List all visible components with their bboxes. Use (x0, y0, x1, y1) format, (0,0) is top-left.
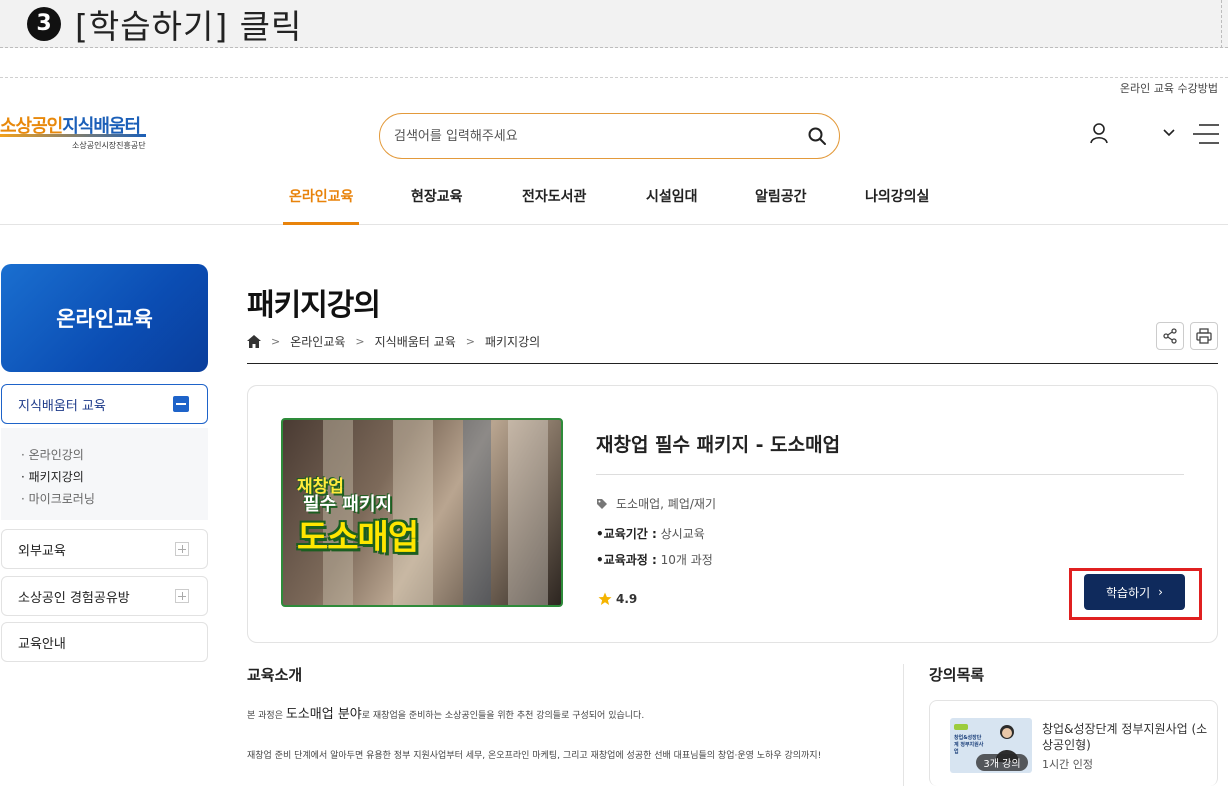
print-button[interactable] (1190, 322, 1218, 350)
intro-paragraph-1: 본 과정은 도소매업 분야로 재창업을 준비하는 소상공인들을 위한 추천 강의… (247, 703, 867, 722)
banner-divider (1221, 0, 1222, 48)
expand-icon[interactable] (175, 542, 189, 556)
sidebar-group-knowledge[interactable]: 지식배움터 교육 (1, 384, 208, 424)
collapse-icon[interactable] (173, 396, 189, 412)
lecture-title: 창업&성장단계 정부지원사업 (소상공인형) (1042, 722, 1208, 752)
course-tags: 도소매업, 폐업/재기 (596, 495, 716, 512)
section-divider (903, 664, 904, 786)
title-divider (247, 363, 1218, 364)
star-icon (598, 592, 612, 605)
lecture-list-title: 강의목록 (929, 666, 985, 684)
search-bar (379, 113, 840, 159)
step-number: 3 (27, 6, 61, 41)
lecture-thumb-badge (954, 724, 968, 730)
sidebar-title: 온라인교육 (1, 264, 208, 372)
sidebar-sub-micro-learning[interactable]: · 마이크로러닝 (21, 490, 208, 512)
course-divider (596, 474, 1184, 475)
gnb-active-indicator (283, 222, 359, 225)
sidebar-item-label: 교육안내 (18, 636, 66, 652)
course-count-label: •교육과정 : (596, 553, 657, 567)
period-value: 상시교육 (656, 527, 705, 541)
course-thumbnail[interactable]: 재창업 필수 패키지 도소매업 (281, 418, 563, 607)
course-count: •교육과정 : 10개 과정 (596, 551, 713, 568)
chevron-down-icon[interactable] (1162, 126, 1176, 140)
breadcrumb-item[interactable]: 지식배움터 교육 (375, 333, 456, 350)
sidebar-group-label: 지식배움터 교육 (18, 398, 106, 414)
gnb-item-online-education[interactable]: 온라인교육 (289, 186, 353, 206)
search-icon[interactable] (807, 126, 827, 146)
thumb-decoration (508, 420, 548, 605)
lecture-count-badge: 3개 강의 (976, 754, 1028, 771)
intro-paragraph-2: 재창업 준비 단계에서 알아두면 유용한 정부 지원사업부터 세무, 온오프라인… (247, 751, 822, 761)
intro-p1-emphasis: 도소매업 분야 (285, 707, 362, 722)
breadcrumb-separator: > (465, 335, 475, 348)
share-icon (1163, 328, 1177, 344)
tags-text: 도소매업, 폐업/재기 (616, 497, 716, 511)
instruction-text: [학습하기] 클릭 (75, 6, 303, 46)
instruction-banner: 3 [학습하기] 클릭 (0, 0, 1228, 48)
share-button[interactable] (1156, 322, 1184, 350)
sidebar-sub-online-lecture[interactable]: · 온라인강의 (21, 446, 208, 468)
package-card: 재창업 필수 패키지 도소매업 재창업 필수 패키지 - 도소매업 도소매업, … (247, 385, 1218, 643)
intro-title: 교육소개 (247, 666, 303, 684)
sidebar-item-experience-share[interactable]: 소상공인 경험공유방 (1, 576, 208, 616)
logo-underline (0, 134, 146, 137)
gnb-item-notice[interactable]: 알림공간 (755, 186, 807, 206)
lecture-thumb-label: 창업&성장단계 정부지원사업 (954, 735, 984, 755)
lecture-credit: 1시간 인정 (1042, 758, 1093, 771)
sidebar-item-education-guide[interactable]: 교육안내 (1, 622, 208, 662)
tag-icon (597, 498, 607, 509)
gnb-item-e-library[interactable]: 전자도서관 (522, 186, 586, 206)
page-title: 패키지강의 (247, 288, 381, 323)
breadcrumb: > 온라인교육 > 지식배움터 교육 > 패키지강의 (247, 333, 540, 350)
breadcrumb-separator: > (355, 335, 365, 348)
rating-value: 4.9 (616, 592, 638, 606)
thumb-text-line3: 도소매업 (297, 518, 419, 558)
highlight-box (1069, 568, 1202, 620)
hamburger-menu-icon[interactable] (1193, 123, 1219, 145)
sidebar-item-label: 소상공인 경험공유방 (18, 590, 130, 606)
main-navigation: 온라인교육 현장교육 전자도서관 시설임대 알림공간 나의강의실 (0, 176, 1228, 225)
lecture-list-item[interactable]: 창업&성장단계 정부지원사업 3개 강의 창업&성장단계 정부지원사업 (소상공… (929, 700, 1218, 786)
gnb-item-my-classroom[interactable]: 나의강의실 (865, 186, 929, 206)
breadcrumb-item[interactable]: 온라인교육 (290, 333, 345, 350)
intro-p1-end: 로 재창업을 준비하는 소상공인들을 위한 추천 강의들로 구성되어 있습니다. (361, 711, 645, 721)
breadcrumb-separator: > (271, 335, 281, 348)
user-icon[interactable] (1088, 122, 1110, 144)
dashed-separator (0, 77, 1228, 78)
guide-link[interactable]: 온라인 교육 수강방법 (1120, 80, 1218, 96)
sidebar-submenu: · 온라인강의 · 패키지강의 · 마이크로러닝 (1, 428, 208, 520)
logo-subtitle: 소상공인시장진흥공단 (72, 141, 146, 150)
period-label: •교육기간 : (596, 527, 657, 541)
sidebar-item-external-education[interactable]: 외부교육 (1, 529, 208, 569)
course-count-value: 10개 과정 (656, 553, 713, 567)
search-input[interactable] (394, 128, 794, 144)
home-icon[interactable] (247, 335, 261, 348)
gnb-item-field-education[interactable]: 현장교육 (411, 186, 463, 206)
expand-icon[interactable] (175, 589, 189, 603)
intro-p1-start: 본 과정은 (247, 711, 286, 721)
lecture-thumbnail: 창업&성장단계 정부지원사업 3개 강의 (950, 718, 1032, 773)
print-icon (1196, 328, 1212, 344)
course-period: •교육기간 : 상시교육 (596, 525, 705, 542)
course-rating: 4.9 (598, 592, 637, 606)
sidebar-item-label: 외부교육 (18, 543, 66, 559)
breadcrumb-item-current: 패키지강의 (484, 335, 541, 349)
course-title: 재창업 필수 패키지 - 도소매업 (596, 434, 841, 456)
sidebar-sub-package-lecture[interactable]: · 패키지강의 (21, 468, 208, 490)
thumb-decoration (463, 420, 491, 605)
site-logo[interactable]: 소상공인지식배움터 소상공인시장진흥공단 (0, 112, 160, 156)
gnb-item-facility-rental[interactable]: 시설임대 (646, 186, 698, 206)
